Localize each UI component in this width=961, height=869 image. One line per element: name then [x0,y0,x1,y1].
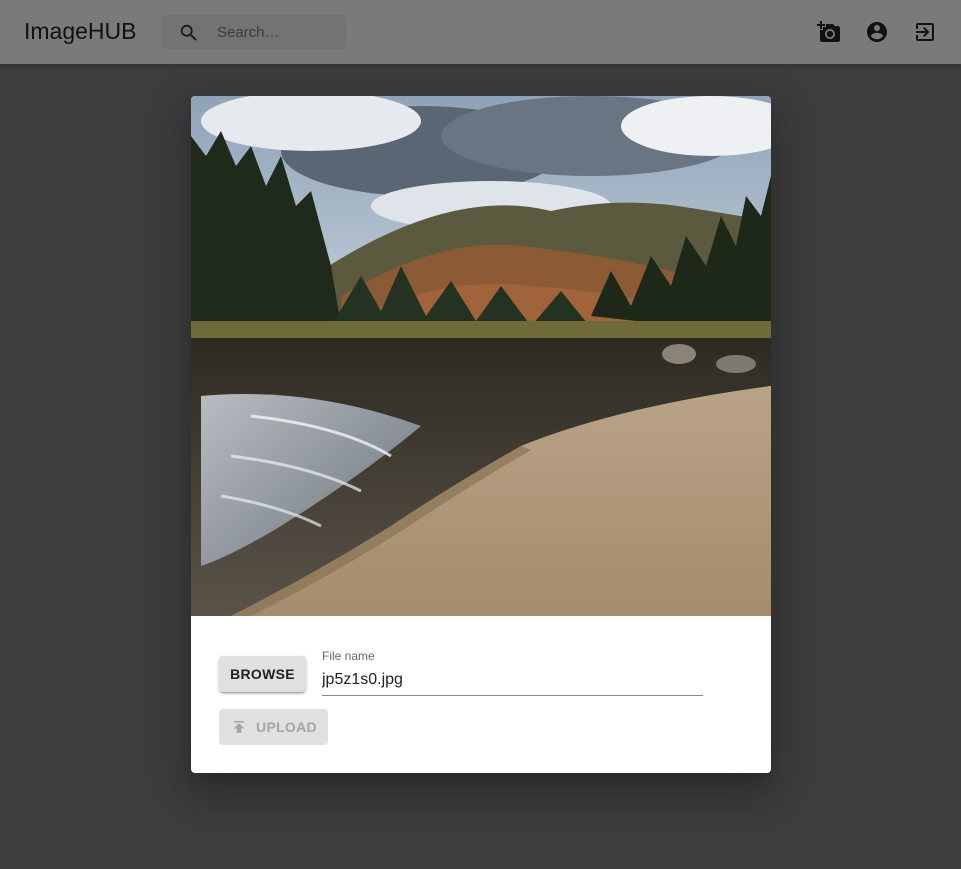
image-preview [191,96,771,616]
upload-button[interactable]: Upload [219,709,328,745]
upload-label: Upload [256,719,317,735]
browse-button[interactable]: Browse [219,656,306,692]
upload-dialog: Browse File name Upload [191,96,771,773]
upload-icon [233,721,245,733]
filename-field[interactable] [322,667,703,696]
preview-image [191,96,771,616]
filename-label: File name [322,649,375,663]
filename-input[interactable] [322,667,703,693]
